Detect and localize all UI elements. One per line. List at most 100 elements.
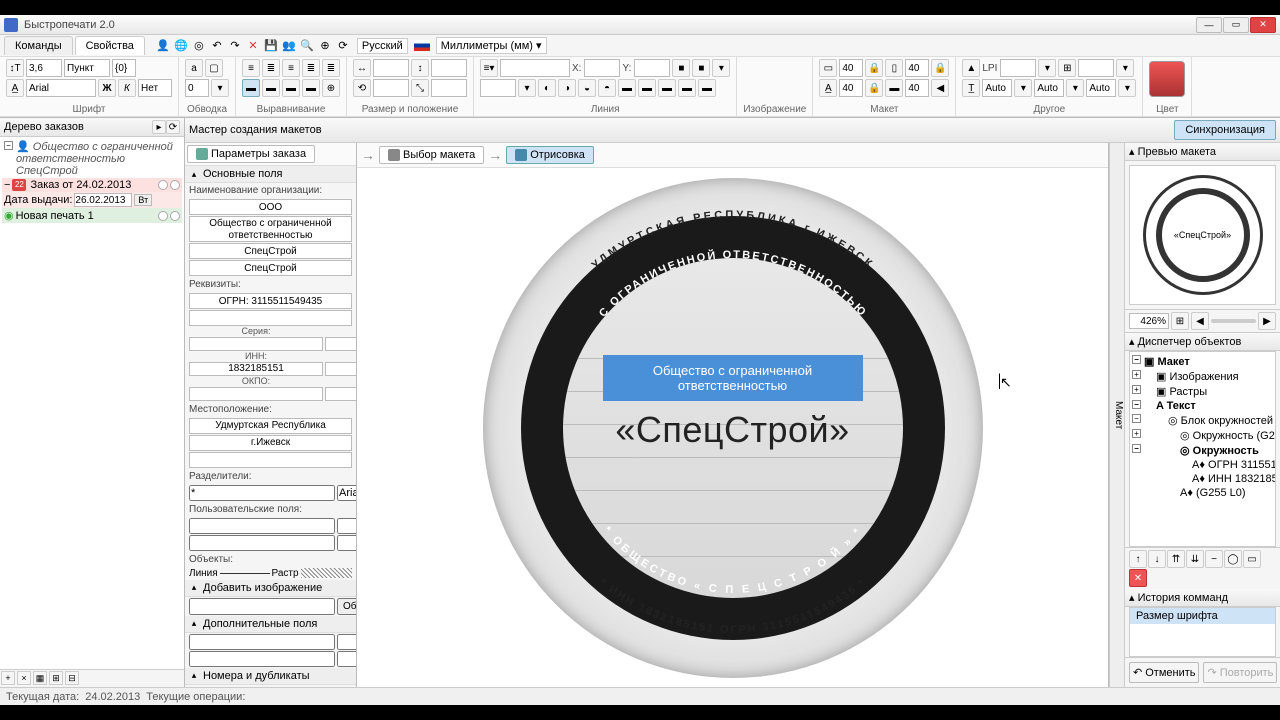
step-3[interactable]: Отрисовка <box>506 146 594 164</box>
zoom-slider[interactable] <box>1211 319 1256 323</box>
tree-body[interactable]: − 👤 Общество с ограниченной ответственно… <box>0 137 184 669</box>
font-unit-select[interactable] <box>64 59 110 77</box>
image-path-input[interactable] <box>189 598 335 615</box>
tf-btn4[interactable]: ⊞ <box>49 671 63 685</box>
obj-ogrn[interactable]: A♦ ОГРН 3115511549 <box>1132 458 1273 472</box>
opt1-dd[interactable]: ▾ <box>1116 59 1134 77</box>
preview-box[interactable]: «СпецСтрой» <box>1129 165 1276 305</box>
lay-h-icon[interactable]: ▯ <box>885 59 903 77</box>
tree-refresh-button[interactable]: ⟳ <box>166 120 180 134</box>
ef1[interactable] <box>189 634 335 650</box>
step-2[interactable]: Выбор макета <box>379 146 484 164</box>
mirror-h-button[interactable]: ▲ <box>962 59 980 77</box>
obj-root[interactable]: −▣ Макет <box>1132 354 1273 369</box>
stroke-dd-button[interactable]: ▾ <box>211 79 229 97</box>
ogrn-extra-input[interactable] <box>189 310 352 326</box>
tree-order-toggle[interactable]: − <box>4 179 10 191</box>
rot-icon[interactable]: ⟲ <box>353 79 371 97</box>
ot-top[interactable]: ⇈ <box>1167 550 1185 568</box>
tree-stamp-item[interactable]: ◉ Новая печать 1 <box>2 208 182 223</box>
line-cap2[interactable]: ◑ <box>558 79 576 97</box>
stroke-rect-button[interactable]: ▢ <box>205 59 223 77</box>
ot-up[interactable]: ↑ <box>1129 550 1147 568</box>
cf3[interactable] <box>189 535 335 551</box>
lpi-dd[interactable]: ▾ <box>1038 59 1056 77</box>
valign-mid-button[interactable]: ▬ <box>262 79 280 97</box>
dups-header[interactable]: ▴Номера и дубликаты <box>185 668 356 685</box>
auto2-input[interactable] <box>1034 79 1064 97</box>
auto1-dd[interactable]: ▾ <box>1014 79 1032 97</box>
tf-btn1[interactable]: + <box>1 671 15 685</box>
org-form-input[interactable] <box>189 199 352 215</box>
sync-button[interactable]: Синхронизация <box>1174 120 1276 140</box>
canvas[interactable]: УДМУРТСКАЯ РЕСПУБЛИКА г.ИЖЕВСК * ИНН 183… <box>357 168 1108 687</box>
opt1-button[interactable]: ⊞ <box>1058 59 1076 77</box>
valign-bot-button[interactable]: ▬ <box>282 79 300 97</box>
okpo-input[interactable] <box>189 387 323 401</box>
line-dd[interactable]: ▾ <box>518 79 536 97</box>
zoom-fit-button[interactable]: ⊞ <box>1171 312 1189 330</box>
ot-delete[interactable]: ✕ <box>1129 569 1147 587</box>
kpp-input[interactable] <box>325 362 357 376</box>
bold-button[interactable]: Ж <box>98 79 116 97</box>
tool-search-icon[interactable]: 🔍 <box>299 38 315 54</box>
lay-x-input[interactable] <box>839 79 863 97</box>
history-item[interactable]: Размер шрифта <box>1130 608 1275 624</box>
close-button[interactable]: ✕ <box>1250 17 1276 33</box>
valign-auto-button[interactable]: ⊕ <box>322 79 340 97</box>
stamp-preview[interactable]: УДМУРТСКАЯ РЕСПУБЛИКА г.ИЖЕВСК * ИНН 183… <box>483 178 983 678</box>
line-cap9[interactable]: ▬ <box>698 79 716 97</box>
ef4[interactable] <box>337 651 357 667</box>
cf4[interactable] <box>337 535 357 551</box>
sep-font-input[interactable] <box>337 485 357 501</box>
object-tree[interactable]: −▣ Макет +▣ Изображения +▣ Растры −A Тек… <box>1129 351 1276 547</box>
line-style-select[interactable] <box>500 59 570 77</box>
valign-dist-button[interactable]: ▬ <box>302 79 320 97</box>
clear-pos-button[interactable]: ▾ <box>712 59 730 77</box>
auto3-input[interactable] <box>1086 79 1116 97</box>
cf2[interactable] <box>337 518 357 534</box>
lay-x-icon[interactable]: A̲ <box>819 79 837 97</box>
obj-circ1[interactable]: +◎ Окружность (G255 L0 <box>1132 428 1273 443</box>
stroke-width-input[interactable] <box>185 79 209 97</box>
ogrn-input[interactable] <box>189 293 352 309</box>
x-input[interactable] <box>584 59 620 77</box>
auto2-dd[interactable]: ▾ <box>1066 79 1084 97</box>
zoom-out-button[interactable]: ◀ <box>1191 312 1209 330</box>
lay-arrow[interactable]: ◀ <box>931 79 949 97</box>
line-cap7[interactable]: ▬ <box>658 79 676 97</box>
tool-user-icon[interactable]: 👤 <box>155 38 171 54</box>
ef2[interactable] <box>337 634 357 650</box>
tab-properties[interactable]: Свойства <box>75 36 145 55</box>
num-input[interactable] <box>325 337 357 351</box>
ot-bot[interactable]: ⇊ <box>1186 550 1204 568</box>
language-select[interactable]: Русский <box>357 38 408 54</box>
lay-lock3[interactable]: 🔒 <box>865 79 883 97</box>
ot-down[interactable]: ↓ <box>1148 550 1166 568</box>
line-cap1[interactable]: ◐ <box>538 79 556 97</box>
region-input[interactable] <box>189 418 352 434</box>
lpi-input[interactable] <box>1000 59 1036 77</box>
height-icon[interactable]: ↕ <box>411 59 429 77</box>
color-picker-button[interactable] <box>1149 61 1185 97</box>
ot-sub[interactable]: − <box>1205 550 1223 568</box>
tf-btn2[interactable]: × <box>17 671 31 685</box>
tool-stamp-icon[interactable]: ◎ <box>191 38 207 54</box>
line-cap8[interactable]: ▬ <box>678 79 696 97</box>
tool-user2-icon[interactable]: 👥 <box>281 38 297 54</box>
lay-lock2[interactable]: 🔒 <box>931 59 949 77</box>
line-w-input[interactable] <box>480 79 516 97</box>
extra-fields-header[interactable]: ▴Дополнительные поля <box>185 616 356 633</box>
font-family-select[interactable] <box>26 79 96 97</box>
obj-circ2[interactable]: −◎ Окружность <box>1132 443 1273 458</box>
org-name2-input[interactable] <box>189 260 352 276</box>
tf-btn5[interactable]: ⊟ <box>65 671 79 685</box>
cf1[interactable] <box>189 518 335 534</box>
tree-order-item[interactable]: − 22 Заказ от 24.02.2013 <box>2 178 182 192</box>
tool-sync-icon[interactable]: ⟳ <box>335 38 351 54</box>
width-icon[interactable]: ↔ <box>353 59 371 77</box>
units-select[interactable]: Миллиметры (мм) ▾ <box>436 37 547 54</box>
side-tab-maket[interactable]: Макет <box>1109 143 1125 687</box>
line-cap3[interactable]: ◒ <box>578 79 596 97</box>
line-style-button[interactable]: ≡▾ <box>480 59 498 77</box>
